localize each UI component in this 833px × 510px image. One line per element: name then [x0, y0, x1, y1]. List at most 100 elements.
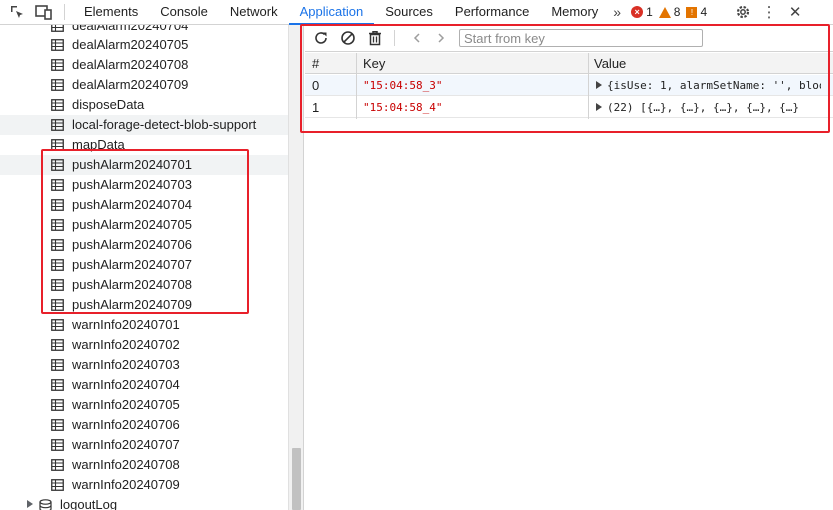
column-header-key[interactable]: Key — [363, 56, 385, 71]
tree-item-table[interactable]: warnInfo20240708 — [0, 455, 288, 475]
toolbar-divider — [394, 30, 395, 46]
table-icon — [51, 359, 64, 371]
table-icon — [51, 25, 64, 32]
column-header-value[interactable]: Value — [594, 56, 626, 71]
warning-count-badge[interactable]: 8 — [658, 5, 680, 19]
tree-item-table[interactable]: mapData — [0, 135, 288, 155]
previous-page-button[interactable] — [407, 27, 427, 49]
table-icon — [51, 179, 64, 191]
table-icon — [51, 259, 64, 271]
inspect-element-icon[interactable] — [7, 2, 27, 22]
trash-icon — [369, 31, 381, 46]
table-row[interactable]: 0 "15:04:58_3" {isUse: 1, alarmSetName: … — [305, 75, 833, 96]
scrollbar-thumb[interactable] — [292, 448, 301, 510]
table-icon — [51, 159, 64, 171]
tree-item-label: pushAlarm20240701 — [72, 157, 192, 172]
tree-item-table[interactable]: pushAlarm20240709 — [0, 295, 288, 315]
row-key: "15:04:58_4" — [363, 101, 443, 114]
tab-application[interactable]: Application — [288, 0, 375, 25]
tree-item-label: warnInfo20240702 — [72, 337, 180, 352]
tree-item-database[interactable]: logoutLog — [0, 495, 288, 510]
refresh-icon — [315, 32, 327, 44]
issues-count-badge[interactable]: ! 4 — [686, 5, 707, 19]
more-tabs-icon[interactable]: » — [609, 4, 625, 20]
error-count: 1 — [646, 5, 653, 19]
tree-item-table[interactable]: pushAlarm20240707 — [0, 255, 288, 275]
device-toolbar-icon[interactable] — [34, 2, 54, 22]
tab-performance[interactable]: Performance — [444, 0, 540, 25]
table-icon — [51, 379, 64, 391]
row-value-text: {isUse: 1, alarmSetName: '', bloodC — [607, 79, 821, 92]
column-header-index[interactable]: # — [312, 56, 319, 71]
tree-item-table[interactable]: disposeData — [0, 95, 288, 115]
tree-item-table[interactable]: pushAlarm20240701 — [0, 155, 288, 175]
tab-memory[interactable]: Memory — [540, 0, 609, 25]
tree-item-table[interactable]: pushAlarm20240708 — [0, 275, 288, 295]
tree-item-label: warnInfo20240701 — [72, 317, 180, 332]
expand-triangle-icon[interactable] — [596, 81, 602, 89]
tree-item-table[interactable]: pushAlarm20240703 — [0, 175, 288, 195]
tree-item-label: pushAlarm20240708 — [72, 277, 192, 292]
tree-item-table[interactable]: warnInfo20240706 — [0, 415, 288, 435]
row-index: 0 — [312, 78, 320, 93]
tree-item-table[interactable]: dealAlarm20240705 — [0, 35, 288, 55]
table-icon — [51, 399, 64, 411]
close-devtools-icon[interactable]: ✕ — [785, 2, 805, 22]
row-value[interactable]: (22) [{…}, {…}, {…}, {…}, {…} — [596, 101, 821, 114]
tree-item-table[interactable]: dealAlarm20240709 — [0, 75, 288, 95]
issues-icon: ! — [686, 6, 698, 18]
table-icon — [51, 479, 64, 491]
table-icon — [51, 319, 64, 331]
settings-gear-icon[interactable] — [733, 2, 753, 22]
error-count-badge[interactable]: × 1 — [631, 5, 653, 19]
table-row[interactable]: 1 "15:04:58_4" (22) [{…}, {…}, {…}, {…},… — [305, 97, 833, 118]
tree-item-table[interactable]: pushAlarm20240704 — [0, 195, 288, 215]
next-page-button[interactable] — [431, 27, 451, 49]
column-divider[interactable] — [356, 53, 357, 119]
table-icon — [51, 139, 64, 151]
delete-selected-button[interactable] — [364, 27, 386, 49]
devtools-tab-bar: Elements Console Network Application Sou… — [0, 0, 833, 25]
row-value[interactable]: {isUse: 1, alarmSetName: '', bloodC — [596, 79, 821, 92]
column-divider[interactable] — [588, 53, 589, 119]
tree-item-table[interactable]: warnInfo20240701 — [0, 315, 288, 335]
refresh-button[interactable] — [310, 27, 332, 49]
table-icon — [51, 299, 64, 311]
table-icon — [51, 79, 64, 91]
tree-item-table[interactable]: pushAlarm20240705 — [0, 215, 288, 235]
expand-triangle-icon[interactable] — [596, 103, 602, 111]
tab-network[interactable]: Network — [219, 0, 289, 25]
tree-item-label: pushAlarm20240704 — [72, 197, 192, 212]
tree-item-label: pushAlarm20240703 — [72, 177, 192, 192]
tab-console[interactable]: Console — [149, 0, 219, 25]
data-toolbar — [305, 25, 833, 52]
table-icon — [51, 119, 64, 131]
tree-item-label: warnInfo20240707 — [72, 437, 180, 452]
tree-item-table[interactable]: warnInfo20240702 — [0, 335, 288, 355]
tree-item-table[interactable]: dealAlarm20240708 — [0, 55, 288, 75]
expand-arrow-icon[interactable] — [27, 500, 33, 508]
tree-item-table[interactable]: warnInfo20240703 — [0, 355, 288, 375]
grid-header: # Key Value — [305, 53, 833, 74]
chevron-left-icon — [413, 33, 420, 43]
tree-item-label: dealAlarm20240708 — [72, 57, 189, 72]
start-from-key-input[interactable] — [459, 29, 703, 47]
tree-item-table[interactable]: warnInfo20240709 — [0, 475, 288, 495]
table-icon — [51, 59, 64, 71]
tree-item-table[interactable]: warnInfo20240707 — [0, 435, 288, 455]
error-icon: × — [631, 6, 644, 18]
tree-item-label: warnInfo20240704 — [72, 377, 180, 392]
tab-sources[interactable]: Sources — [374, 0, 444, 25]
sidebar-scrollbar[interactable] — [288, 25, 304, 510]
tree-item-label: pushAlarm20240707 — [72, 257, 192, 272]
tree-item-table[interactable]: warnInfo20240704 — [0, 375, 288, 395]
tree-item-table[interactable]: warnInfo20240705 — [0, 395, 288, 415]
tree-item-label: warnInfo20240708 — [72, 457, 180, 472]
tree-item-table[interactable]: pushAlarm20240706 — [0, 235, 288, 255]
tree-item-label: dealAlarm20240705 — [72, 37, 189, 52]
tree-item-table[interactable]: local-forage-detect-blob-support — [0, 115, 288, 135]
more-options-icon[interactable]: ⋮ — [759, 2, 779, 22]
tab-elements[interactable]: Elements — [73, 0, 149, 25]
table-icon — [51, 419, 64, 431]
clear-store-button[interactable] — [337, 27, 359, 49]
